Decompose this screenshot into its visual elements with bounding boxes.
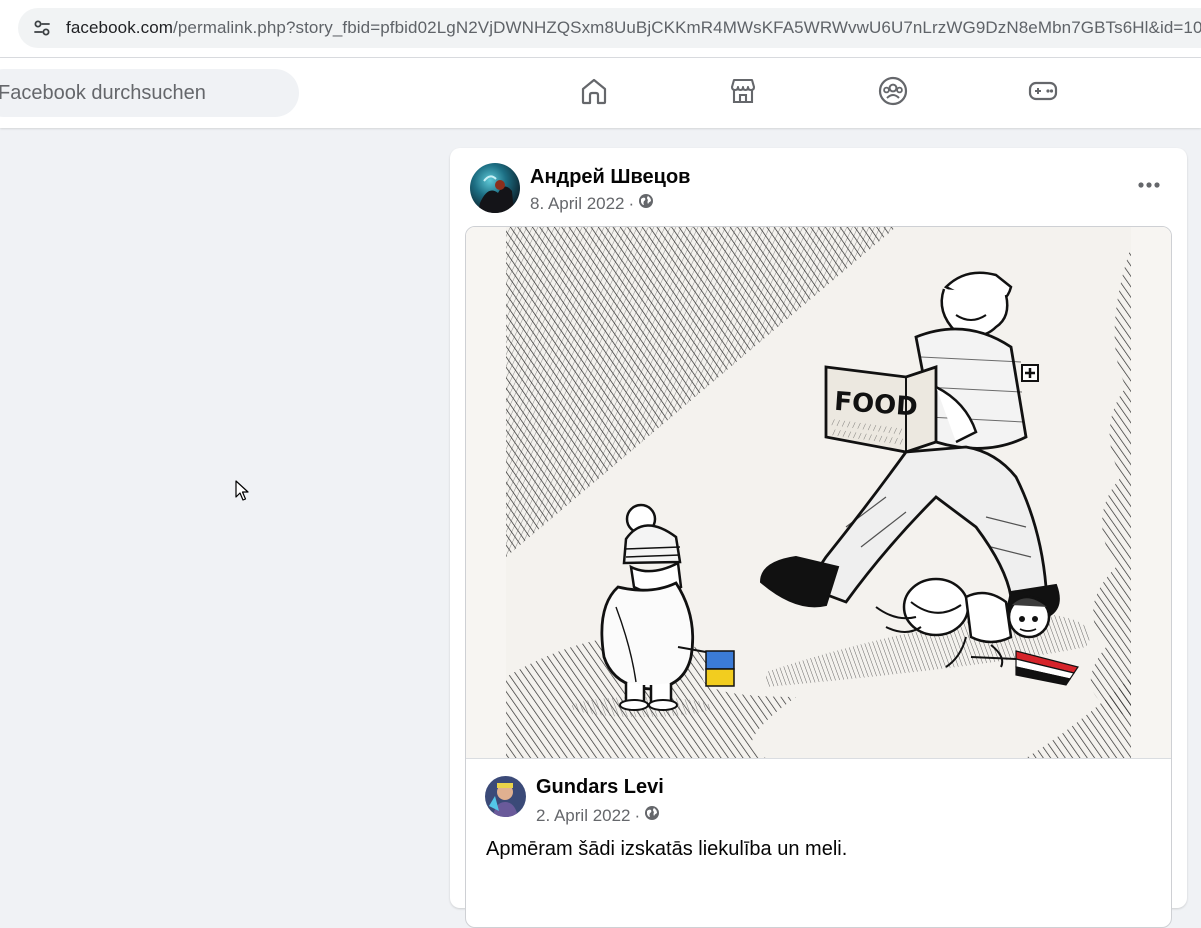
shared-author-avatar[interactable] — [485, 776, 526, 817]
shared-post-image[interactable]: FOOD — [466, 227, 1171, 759]
shared-post-meta: 2. April 2022 · — [536, 805, 660, 826]
meta-separator: · — [628, 193, 635, 213]
globe-icon — [638, 193, 654, 214]
url-host: facebook.com — [66, 18, 174, 37]
mouse-cursor-icon — [235, 480, 249, 507]
home-icon — [579, 76, 609, 111]
marketplace-icon — [728, 76, 758, 111]
post-meta: 8. April 2022 · — [530, 193, 654, 214]
groups-icon — [878, 76, 908, 111]
tab-marketplace[interactable] — [693, 68, 793, 118]
shared-author-name[interactable]: Gundars Levi — [536, 776, 664, 799]
tab-groups[interactable] — [843, 68, 943, 118]
tab-gaming[interactable] — [993, 68, 1093, 118]
author-avatar[interactable] — [470, 163, 520, 213]
address-bar[interactable]: facebook.com/permalink.php?story_fbid=pf… — [18, 8, 1201, 48]
food-box-label: FOOD — [833, 387, 918, 423]
post-date[interactable]: 8. April 2022 — [530, 194, 625, 214]
more-horizontal-icon — [1137, 176, 1161, 194]
search-input[interactable] — [0, 80, 280, 106]
facebook-header — [0, 58, 1201, 128]
shared-post-date[interactable]: 2. April 2022 — [536, 806, 631, 826]
shared-meta-separator: · — [634, 805, 641, 825]
url-path: /permalink.php?story_fbid=pfbid02LgN2VjD… — [173, 18, 1201, 37]
url-text[interactable]: facebook.com/permalink.php?story_fbid=pf… — [66, 18, 1201, 38]
more-options-button[interactable] — [1131, 170, 1167, 200]
tune-icon[interactable] — [30, 16, 54, 40]
post-author-name[interactable]: Андрей Швецов — [530, 166, 690, 189]
post-card: Андрей Швецов 8. April 2022 · FOOD Gunda… — [450, 148, 1187, 928]
shared-post[interactable]: FOOD Gundars Levi 2. April 2022 · Apmēra… — [465, 226, 1172, 928]
globe-icon — [644, 805, 660, 826]
search-box[interactable] — [0, 69, 299, 117]
shared-post-text: Apmēram šādi izskatās liekulība un meli. — [486, 838, 848, 860]
gaming-icon — [1027, 76, 1059, 111]
browser-toolbar: facebook.com/permalink.php?story_fbid=pf… — [0, 0, 1201, 58]
tab-home[interactable] — [544, 68, 644, 118]
